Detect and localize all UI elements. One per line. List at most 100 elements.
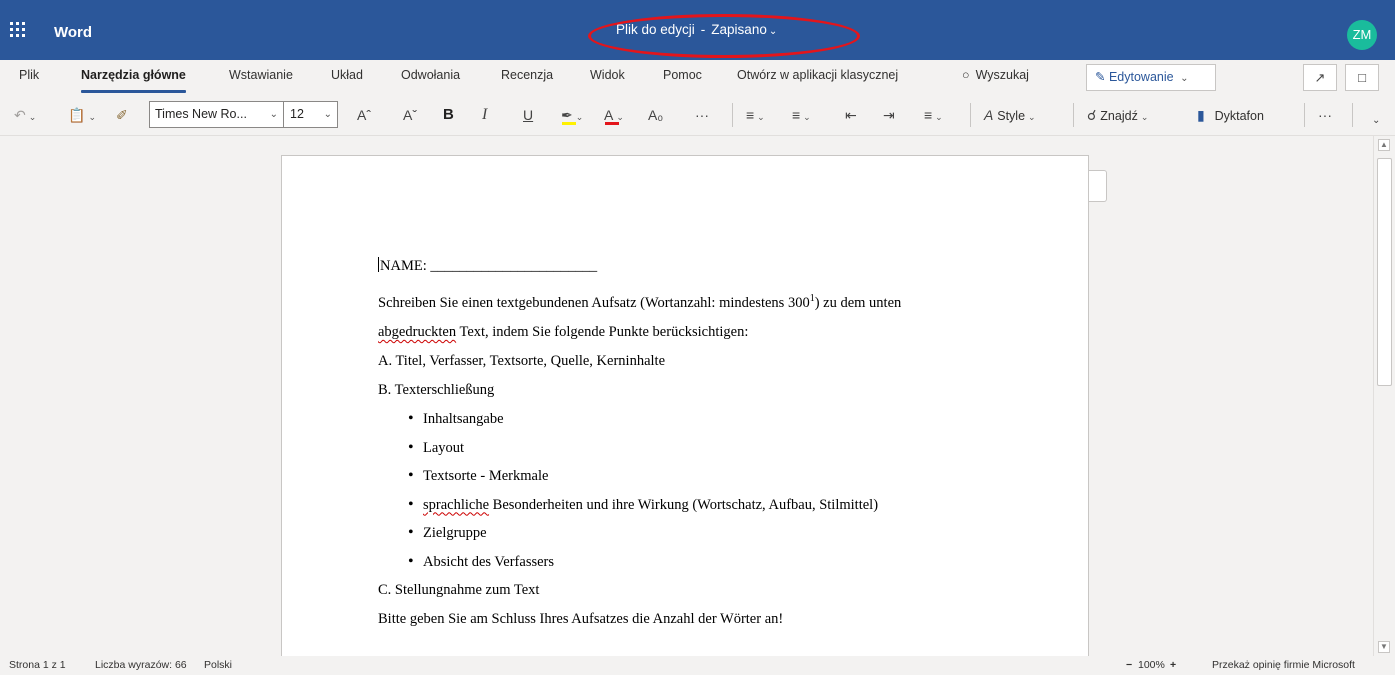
increase-indent-button[interactable]: ⇥ xyxy=(883,105,895,125)
paste-button[interactable]: 📋 ⌄ xyxy=(68,105,96,125)
comment-margin-tab[interactable] xyxy=(1089,170,1107,202)
bullets-button[interactable]: ≡ ⌄ xyxy=(746,105,765,125)
comments-button[interactable]: □ xyxy=(1345,64,1379,91)
editing-mode-button[interactable]: ✎ Edytowanie ⌄ xyxy=(1086,64,1216,91)
expand-ribbon-button[interactable]: ⌄ xyxy=(1372,111,1380,131)
list-item: Inhaltsangabe xyxy=(378,405,998,434)
chevron-down-icon: ⌄ xyxy=(935,112,943,122)
section-c: C. Stellungnahme zum Text xyxy=(378,582,540,598)
word-count[interactable]: Liczba wyrazów: 66 xyxy=(95,659,187,671)
name-line: NAME: _______________________ xyxy=(378,257,598,274)
chevron-down-icon: ⌄ xyxy=(757,112,765,122)
document-body[interactable]: NAME: _______________________ Schreiben … xyxy=(378,252,998,634)
chevron-down-icon: ⌄ xyxy=(1028,112,1036,122)
font-color-bar xyxy=(605,122,619,125)
chevron-down-icon: ⌄ xyxy=(1372,115,1381,126)
highlight-button[interactable]: ✒ ⌄ xyxy=(561,105,583,125)
format-painter-button[interactable]: ✐ xyxy=(116,105,128,125)
styles-button[interactable]: A Style ⌄ xyxy=(984,105,1036,125)
language-indicator[interactable]: Polski xyxy=(204,659,232,671)
feedback-link[interactable]: Przekaż opinię firmie Microsoft xyxy=(1212,659,1355,671)
paintbrush-icon: ✐ xyxy=(116,107,128,123)
toolbar-divider xyxy=(732,103,733,127)
tab-references[interactable]: Odwołania xyxy=(401,68,460,82)
toolbar-divider xyxy=(1304,103,1305,127)
chevron-down-icon: ⌄ xyxy=(269,109,278,120)
undo-button[interactable]: ↶ ⌄ xyxy=(14,105,36,125)
bullet-list: Inhaltsangabe Layout Textsorte - Merkmal… xyxy=(378,405,998,576)
section-b: B. Texterschließung xyxy=(378,382,495,398)
zoom-in-button[interactable]: + xyxy=(1170,659,1176,671)
list-item: Textsorte - Merkmale xyxy=(378,462,998,491)
find-label: Znajdź xyxy=(1100,109,1138,123)
ribbon-toolbar: ↶ ⌄ 📋 ⌄ ✐ Times New Ro... ⌄ 12 ⌄ Aˆ Aˇ B I… xyxy=(0,94,1395,136)
more-font-options-button[interactable]: ··· xyxy=(695,105,709,125)
tab-help[interactable]: Pomoc xyxy=(663,68,702,82)
chevron-down-icon: ⌄ xyxy=(1180,73,1189,84)
app-name[interactable]: Word xyxy=(54,24,92,41)
zoom-out-button[interactable]: − xyxy=(1126,659,1132,671)
page-count[interactable]: Strona 1 z 1 xyxy=(9,659,66,671)
document-page[interactable]: NAME: _______________________ Schreiben … xyxy=(281,155,1089,656)
clear-formatting-icon: A₀ xyxy=(648,107,664,123)
bold-button[interactable]: B xyxy=(443,105,454,125)
font-color-glyph: A xyxy=(604,107,614,123)
font-name-value: Times New Ro... xyxy=(155,107,247,121)
chevron-down-icon: ⌄ xyxy=(1140,112,1149,122)
font-name-dropdown[interactable]: Times New Ro... ⌄ xyxy=(149,101,284,128)
chevron-down-icon: ⌄ xyxy=(768,26,778,37)
avatar[interactable]: ZM xyxy=(1347,20,1377,50)
search-label: Wyszukaj xyxy=(975,68,1029,82)
underline-button[interactable]: U xyxy=(523,105,533,125)
numbered-list-icon: ≡ xyxy=(792,107,801,123)
grow-font-button[interactable]: Aˆ xyxy=(357,105,371,125)
italic-button[interactable]: I xyxy=(482,105,487,125)
share-button[interactable]: ↗ xyxy=(1303,64,1337,91)
shrink-font-button[interactable]: Aˇ xyxy=(403,105,417,125)
waffle-icon[interactable] xyxy=(10,22,28,40)
search-icon: ☌ xyxy=(1087,107,1097,123)
toolbar-divider xyxy=(1073,103,1074,127)
vertical-scrollbar[interactable]: ▲ ▼ xyxy=(1373,136,1395,656)
chevron-down-icon: ⌄ xyxy=(88,112,96,122)
dictate-button[interactable]: ▮ Dyktafon xyxy=(1197,105,1264,125)
tab-file[interactable]: Plik xyxy=(19,68,39,82)
undo-icon: ↶ xyxy=(14,107,26,123)
styles-icon: A xyxy=(984,107,994,123)
numbering-button[interactable]: ≡ ⌄ xyxy=(792,105,811,125)
highlight-color-bar xyxy=(562,122,576,125)
chevron-down-icon: ⌄ xyxy=(575,112,584,122)
align-button[interactable]: ≡ ⌄ xyxy=(924,105,943,125)
pencil-icon: ✎ xyxy=(1095,70,1106,84)
lightbulb-icon: ○ xyxy=(962,68,970,82)
share-icon: ↗ xyxy=(1314,70,1326,85)
clear-formatting-button[interactable]: A₀ xyxy=(648,105,663,125)
decrease-indent-button[interactable]: ⇤ xyxy=(845,105,857,125)
zoom-level[interactable]: 100% xyxy=(1138,659,1165,671)
tab-open-in-desktop[interactable]: Otwórz w aplikacji klasycznej xyxy=(737,68,898,82)
toolbar-divider xyxy=(970,103,971,127)
tab-review[interactable]: Recenzja xyxy=(501,68,553,82)
tab-search[interactable]: ○ Wyszukaj xyxy=(962,68,1029,82)
title-separator: - xyxy=(700,22,706,37)
font-size-value: 12 xyxy=(290,107,304,121)
scroll-up-icon[interactable]: ▲ xyxy=(1378,139,1390,151)
tab-view[interactable]: Widok xyxy=(590,68,625,82)
find-button[interactable]: ☌ Znajdź ⌄ xyxy=(1087,105,1148,125)
tab-layout[interactable]: Układ xyxy=(331,68,363,82)
align-icon: ≡ xyxy=(924,107,933,123)
document-title-button[interactable]: Plik do edycji - Zapisano ⌄ xyxy=(616,22,777,37)
list-item: Layout xyxy=(378,434,998,463)
chevron-down-icon: ⌄ xyxy=(323,109,332,120)
toolbar-divider xyxy=(1352,103,1353,127)
scroll-down-icon[interactable]: ▼ xyxy=(1378,641,1390,653)
more-options-button[interactable]: ··· xyxy=(1318,105,1332,125)
microphone-icon: ▮ xyxy=(1197,107,1205,123)
font-color-button[interactable]: A ⌄ xyxy=(604,105,624,125)
font-size-dropdown[interactable]: 12 ⌄ xyxy=(284,101,338,128)
editing-mode-label: Edytowanie xyxy=(1108,70,1174,84)
scrollbar-thumb[interactable] xyxy=(1377,158,1392,386)
tab-home[interactable]: Narzędzia główne xyxy=(81,68,186,93)
comment-icon: □ xyxy=(1358,70,1366,85)
tab-insert[interactable]: Wstawianie xyxy=(229,68,293,82)
